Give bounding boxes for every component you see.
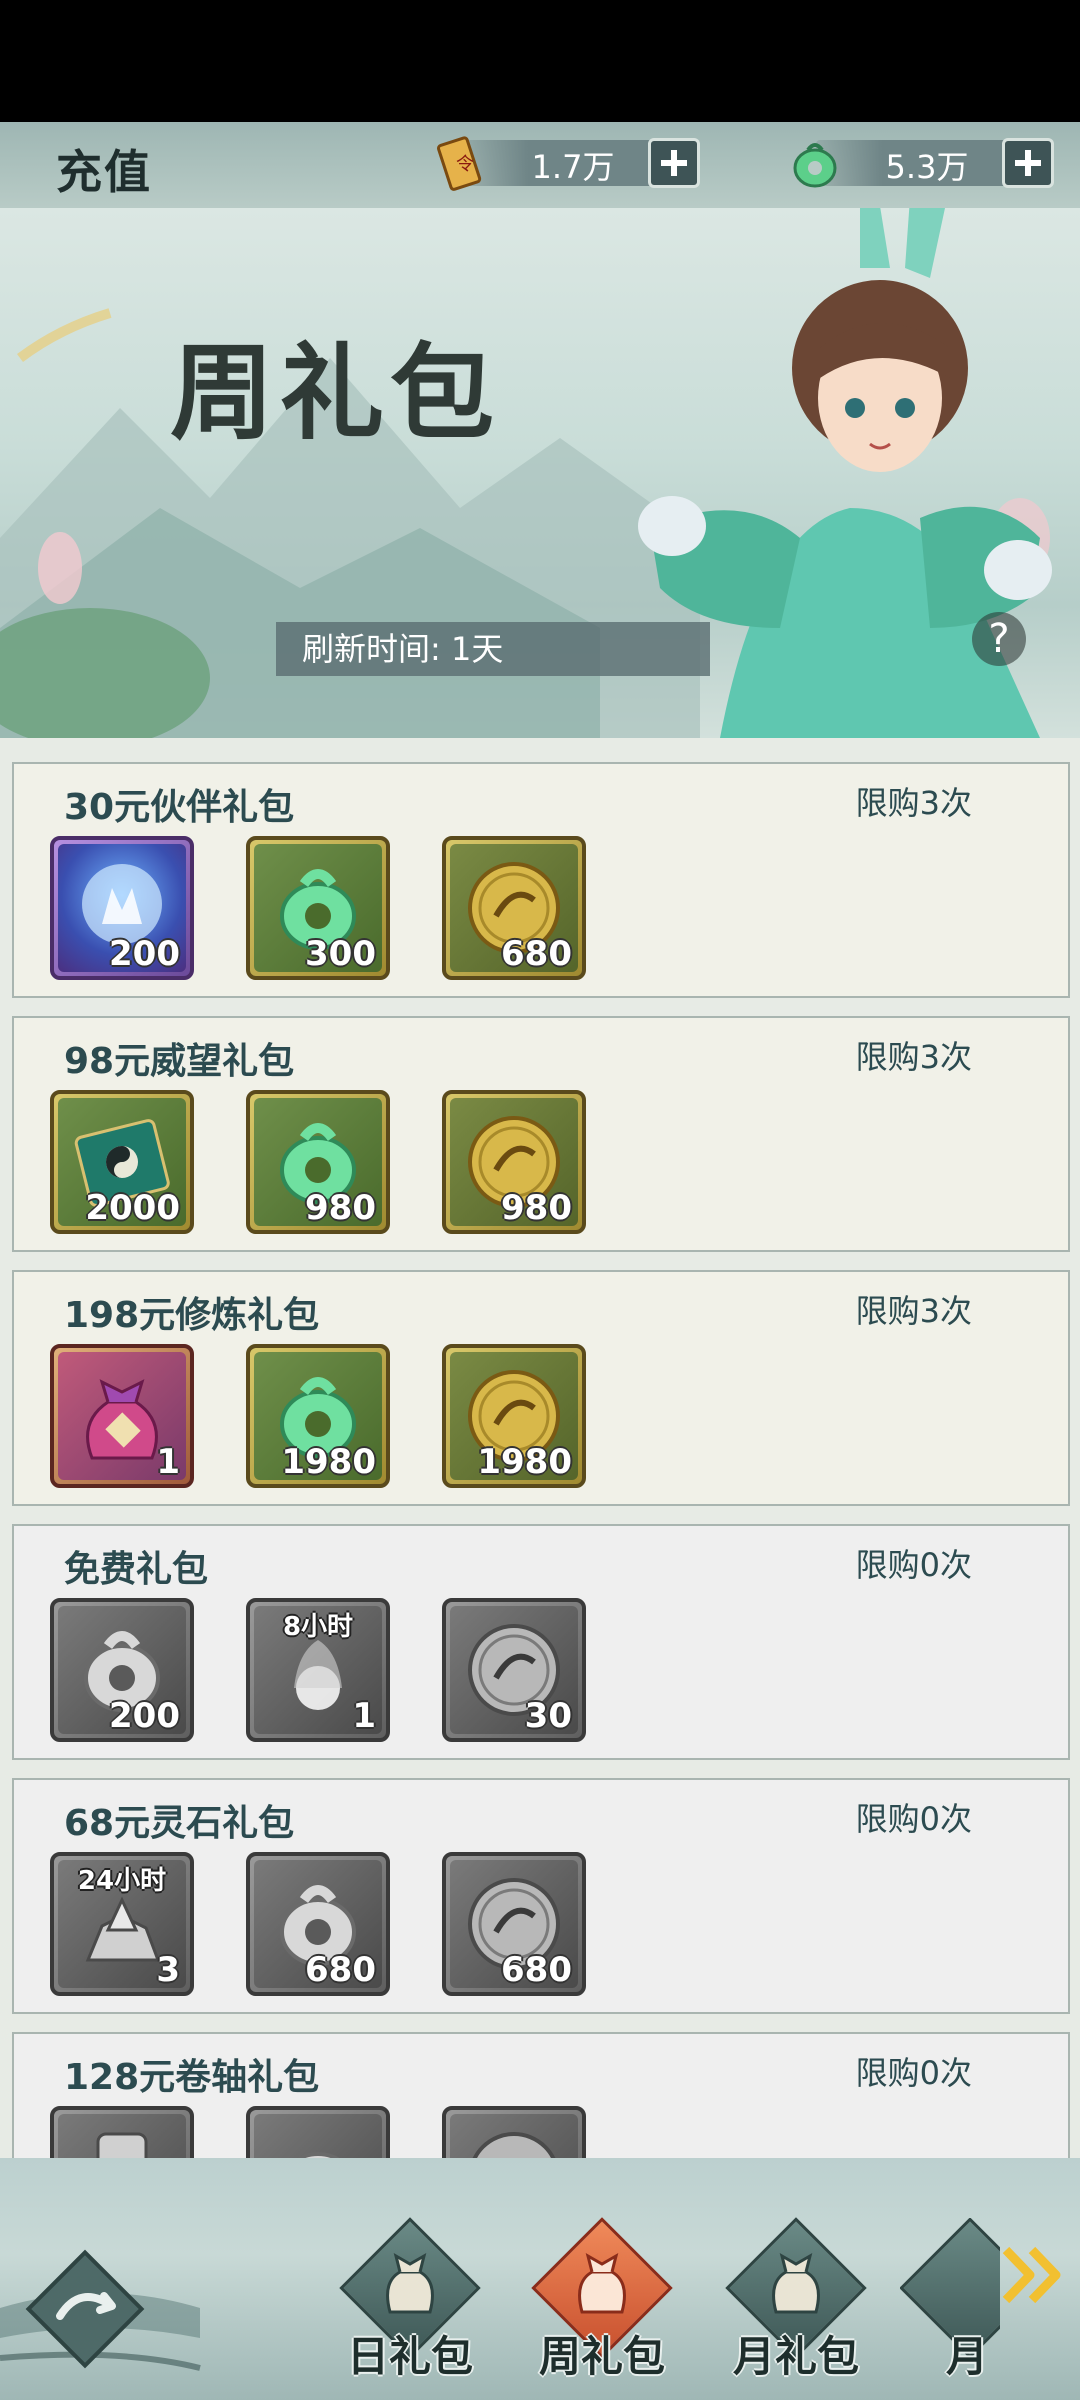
bag-icon bbox=[578, 2252, 626, 2314]
pack-title: 免费礼包 bbox=[64, 1549, 209, 1590]
item-timer: 24小时 bbox=[77, 1866, 167, 1896]
pack-title: 68元灵石礼包 bbox=[64, 1803, 295, 1844]
reward-item[interactable]: 8小时 1 bbox=[246, 1598, 390, 1742]
currency-jade: 5.3万 bbox=[786, 134, 1056, 192]
tab-monthly-pack[interactable]: 月礼包 bbox=[706, 2217, 886, 2400]
reward-item[interactable]: 1 bbox=[50, 1344, 194, 1488]
purchase-limit: 限购0次 bbox=[855, 1546, 972, 1584]
tab-weekly-pack[interactable]: 周礼包 bbox=[512, 2217, 692, 2400]
reward-item[interactable]: 680 bbox=[246, 1852, 390, 1996]
purchase-limit: 限购0次 bbox=[855, 1800, 972, 1838]
scroll-icon bbox=[96, 2132, 148, 2158]
pack-list[interactable]: 30元伙伴礼包 限购3次 200 300 680 98元威望礼包 限购3次 20… bbox=[0, 738, 1080, 2158]
reward-item[interactable] bbox=[442, 2106, 586, 2158]
reward-item[interactable] bbox=[50, 2106, 194, 2158]
reward-item[interactable]: 980 bbox=[246, 1090, 390, 1234]
pack-card: 免费礼包 限购0次 200 8小时 1 30 bbox=[12, 1524, 1070, 1760]
item-quantity: 680 bbox=[305, 1950, 376, 1990]
reward-item[interactable]: 24小时 3 bbox=[50, 1852, 194, 1996]
reward-item[interactable]: 200 bbox=[50, 1598, 194, 1742]
pack-title: 198元修炼礼包 bbox=[64, 1295, 320, 1336]
banner-title: 周礼包 bbox=[170, 331, 501, 454]
double-chevron-right-icon[interactable] bbox=[1000, 2240, 1070, 2310]
item-timer: 8小时 bbox=[282, 1612, 354, 1642]
item-quantity: 200 bbox=[109, 934, 180, 974]
bag-icon bbox=[772, 2252, 820, 2314]
jade-pendant-icon bbox=[793, 143, 837, 188]
back-arrow-icon[interactable] bbox=[20, 2244, 150, 2374]
help-icon[interactable]: ? bbox=[972, 612, 1026, 666]
silver-coin-icon bbox=[472, 2132, 556, 2158]
purchase-limit: 限购3次 bbox=[855, 784, 972, 822]
item-quantity: 1 bbox=[352, 1696, 376, 1736]
page-title: 充值 bbox=[56, 145, 152, 199]
status-bar bbox=[0, 0, 1080, 122]
currency-value: 5.3万 bbox=[885, 148, 969, 186]
item-quantity: 3 bbox=[156, 1950, 180, 1990]
reward-item[interactable]: 1980 bbox=[442, 1344, 586, 1488]
add-scroll-token-button[interactable] bbox=[648, 138, 700, 188]
pack-card: 198元修炼礼包 限购3次 1 1980 1980 bbox=[12, 1270, 1070, 1506]
item-quantity: 2000 bbox=[85, 1188, 180, 1228]
reward-item[interactable]: 1980 bbox=[246, 1344, 390, 1488]
item-quantity: 1980 bbox=[477, 1442, 572, 1482]
currency-scroll-token: 令 1.7万 bbox=[432, 134, 702, 192]
tab-label: 日礼包 bbox=[346, 2332, 473, 2381]
item-quantity: 300 bbox=[305, 934, 376, 974]
scroll-token-icon: 令 bbox=[437, 136, 482, 191]
pack-card: 128元卷轴礼包 限购0次 bbox=[12, 2032, 1070, 2158]
purchase-limit: 限购3次 bbox=[855, 1292, 972, 1330]
pack-title: 128元卷轴礼包 bbox=[64, 2057, 320, 2098]
purchase-limit: 限购0次 bbox=[855, 2054, 972, 2092]
item-quantity: 200 bbox=[109, 1696, 180, 1736]
item-quantity: 680 bbox=[501, 1950, 572, 1990]
tab-daily-pack[interactable]: 日礼包 bbox=[320, 2217, 500, 2400]
add-jade-button[interactable] bbox=[1002, 138, 1054, 188]
reward-item[interactable] bbox=[246, 2106, 390, 2158]
pack-title: 98元威望礼包 bbox=[64, 1041, 295, 1082]
tab-label: 月 bbox=[946, 2332, 989, 2381]
reward-item[interactable]: 680 bbox=[442, 836, 586, 980]
item-quantity: 680 bbox=[501, 934, 572, 974]
reward-item[interactable]: 30 bbox=[442, 1598, 586, 1742]
reward-item[interactable]: 980 bbox=[442, 1090, 586, 1234]
item-quantity: 30 bbox=[524, 1696, 572, 1736]
bag-icon bbox=[386, 2252, 434, 2314]
pack-title: 30元伙伴礼包 bbox=[64, 787, 295, 828]
top-bar: 充值 令 1.7万 5.3万 bbox=[0, 122, 1080, 208]
purchase-limit: 限购3次 bbox=[855, 1038, 972, 1076]
reward-item[interactable]: 680 bbox=[442, 1852, 586, 1996]
tab-label: 周礼包 bbox=[538, 2332, 665, 2381]
pack-card: 68元灵石礼包 限购0次 24小时 3 680 680 bbox=[12, 1778, 1070, 2014]
reward-item[interactable]: 2000 bbox=[50, 1090, 194, 1234]
item-quantity: 1 bbox=[156, 1442, 180, 1482]
reward-item[interactable]: 300 bbox=[246, 836, 390, 980]
jade-pendant-icon bbox=[296, 2152, 340, 2158]
currency-value: 1.7万 bbox=[531, 148, 615, 186]
tab-monthly-card[interactable]: 月 bbox=[900, 2218, 1000, 2400]
bottom-nav: 日礼包 周礼包 月礼包 月 bbox=[0, 2158, 1080, 2400]
svg-text:令: 令 bbox=[456, 154, 474, 175]
tab-label: 月礼包 bbox=[732, 2332, 859, 2381]
pack-card: 30元伙伴礼包 限购3次 200 300 680 bbox=[12, 762, 1070, 998]
item-quantity: 980 bbox=[501, 1188, 572, 1228]
weekly-pack-banner: 周礼包 刷新时间: 1天 ? bbox=[0, 208, 1080, 738]
pack-card: 98元威望礼包 限购3次 2000 980 980 bbox=[12, 1016, 1070, 1252]
item-quantity: 1980 bbox=[281, 1442, 376, 1482]
item-quantity: 980 bbox=[305, 1188, 376, 1228]
reward-item[interactable]: 200 bbox=[50, 836, 194, 980]
refresh-time-label: 刷新时间: 1天 bbox=[276, 622, 710, 676]
